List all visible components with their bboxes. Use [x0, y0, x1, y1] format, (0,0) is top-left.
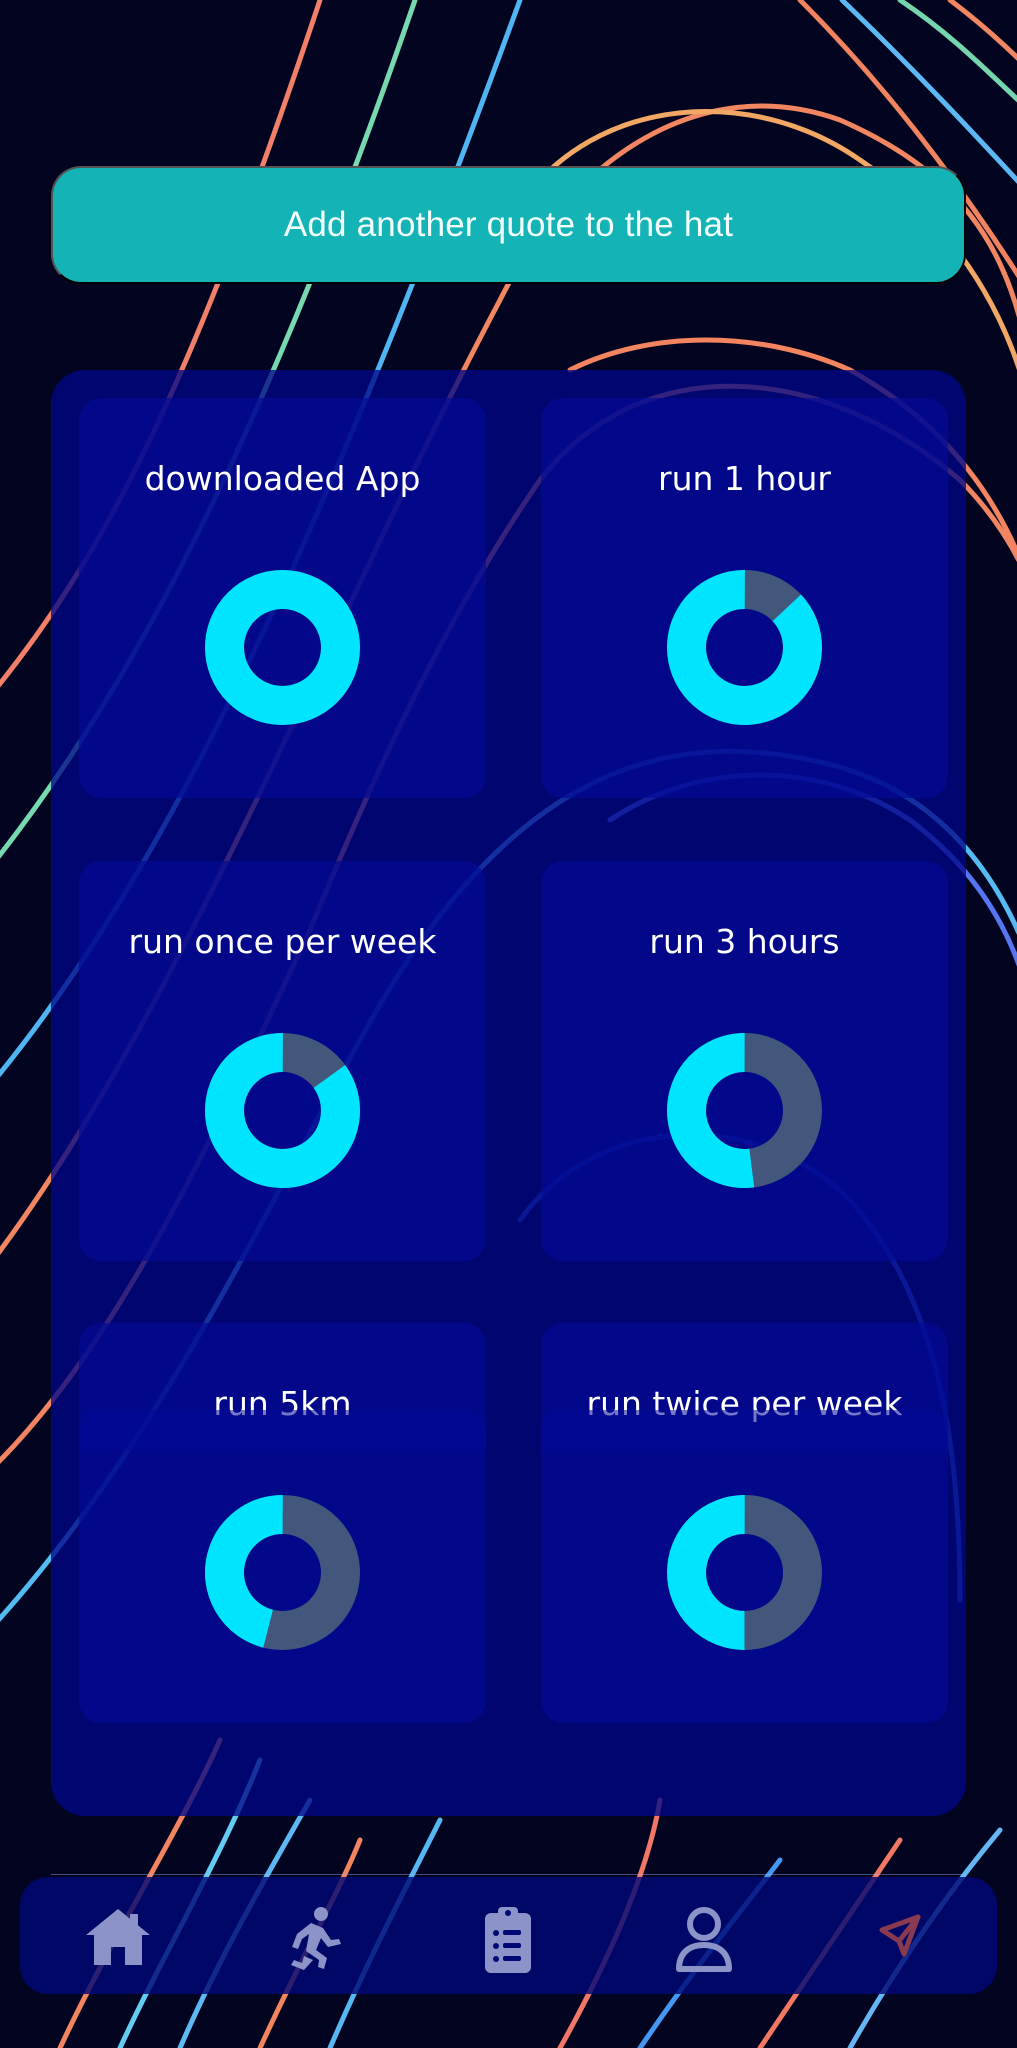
achievement-progress-ring-run-once-per-week [205, 1033, 360, 1188]
home-icon [86, 1909, 150, 1965]
achievement-card-run-twice-per-week: run twice per week [541, 1323, 948, 1723]
add-another-quote-button[interactable]: Add another quote to the hat [51, 166, 966, 284]
send-icon [879, 1914, 921, 1957]
clipboard-icon [485, 1907, 531, 1973]
achievement-progress-ring-run-1-hour [667, 570, 822, 725]
nav-send[interactable] [860, 1899, 940, 1979]
partially-visible-achievement-card-right [541, 1410, 948, 1450]
nav-home[interactable] [78, 1899, 158, 1979]
achievement-card-run-3-hours: run 3 hours [541, 861, 948, 1261]
partially-visible-achievement-card-left [79, 1410, 486, 1450]
profile-icon [676, 1907, 732, 1972]
nav-activity-log[interactable] [468, 1899, 548, 1979]
achievement-card-run-1-hour: run 1 hour [541, 398, 948, 798]
achievement-progress-ring-run-twice-per-week [667, 1495, 822, 1650]
achievement-card-run-5km: run 5km [79, 1323, 486, 1723]
achievement-title-downloaded-app: downloaded App [144, 459, 421, 498]
achievement-title-run-1-hour: run 1 hour [658, 459, 831, 498]
achievement-progress-ring-run-3-hours [667, 1033, 822, 1188]
progress-ring-completed [205, 570, 360, 725]
achievement-progress-ring-downloaded-app [205, 570, 360, 725]
runner-icon [291, 1907, 341, 1970]
achievement-title-run-once-per-week: run once per week [128, 922, 437, 961]
achievement-card-run-once-per-week: run once per week [79, 861, 486, 1261]
nav-running[interactable] [273, 1899, 353, 1979]
nav-profile[interactable] [664, 1899, 744, 1979]
achievement-progress-ring-run-5km [205, 1495, 360, 1650]
achievement-card-downloaded-app: downloaded App [79, 398, 486, 798]
bottom-nav-divider [51, 1874, 966, 1875]
achievement-title-run-3-hours: run 3 hours [649, 922, 840, 961]
